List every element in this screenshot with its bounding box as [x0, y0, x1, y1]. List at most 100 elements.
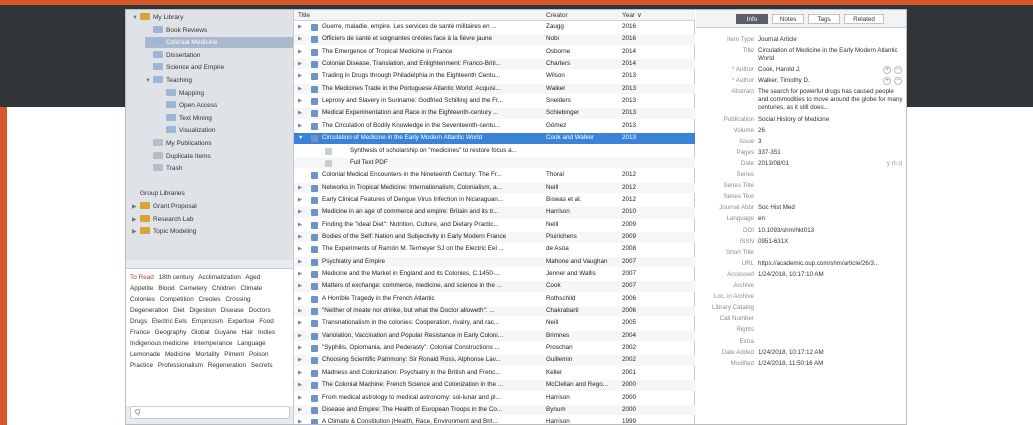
- field-value[interactable]: 26: [758, 127, 904, 135]
- disclosure-closed-icon[interactable]: ▶: [298, 232, 306, 242]
- disclosure-closed-icon[interactable]: ▶: [298, 380, 306, 390]
- disclosure-closed-icon[interactable]: ▶: [298, 207, 306, 217]
- disclosure-closed-icon[interactable]: ▶: [298, 108, 306, 118]
- disclosure-closed-icon[interactable]: ▶: [298, 84, 306, 94]
- column-header-title[interactable]: Title: [298, 10, 310, 21]
- tab-notes[interactable]: Notes: [772, 14, 804, 24]
- item-row[interactable]: ▼ Circulation of Medicine in the Early Mo…: [294, 133, 695, 144]
- item-row[interactable]: ▶ The Medicines Trade in the Portuguese A…: [294, 83, 695, 95]
- item-row[interactable]: ▶ Colonial Disease, Translation, and Enli…: [294, 59, 695, 70]
- tag-item[interactable]: Indies: [258, 329, 275, 336]
- disclosure-closed-icon[interactable]: ▶: [298, 368, 306, 378]
- tag-item[interactable]: Guyane: [214, 329, 236, 336]
- tag-item[interactable]: Professionalism: [158, 362, 203, 369]
- item-row[interactable]: ▶ Medicine and the Market in England and …: [294, 269, 695, 279]
- item-row[interactable]: ▶ Choosing Scientific Patrimony: Sir Rona…: [294, 355, 695, 366]
- tag-item[interactable]: Aged: [245, 274, 260, 281]
- tag-item[interactable]: Degeneration: [130, 307, 168, 314]
- tag-item[interactable]: Language: [237, 340, 265, 347]
- disclosure-closed-icon[interactable]: ▶: [298, 34, 306, 44]
- field-value[interactable]: https://academic.oup.com/shm/article/26/…: [758, 260, 904, 268]
- tag-filter-input[interactable]: Q: [130, 406, 290, 419]
- tag-item[interactable]: Digestion: [189, 307, 216, 314]
- tag-item[interactable]: Children: [212, 285, 236, 292]
- disclosure-closed-icon[interactable]: ▶: [298, 331, 306, 341]
- item-row[interactable]: ▶ Networks in Tropical Medicine: Internat…: [294, 182, 695, 193]
- item-row[interactable]: ▶ Disease and Empire: The Health of Europ…: [294, 404, 695, 416]
- collection-item[interactable]: Group Libraries: [132, 188, 293, 199]
- field-value[interactable]: 2013/08/01: [758, 160, 904, 168]
- item-row[interactable]: ▶ Finding the "Ideal Diet": Nutrition, Cu…: [294, 220, 695, 230]
- tag-item[interactable]: To Read: [130, 274, 154, 281]
- disclosure-closed-icon[interactable]: ▶: [298, 220, 306, 230]
- item-row[interactable]: ▶ The Emergence of Tropical Medicine in F…: [294, 47, 695, 57]
- item-row[interactable]: ▶ From medical astrology to medical astro…: [294, 393, 695, 403]
- collection-item[interactable]: Dissertation: [145, 50, 293, 61]
- field-value[interactable]: 10.1093/shm/hkt013: [758, 227, 904, 235]
- attachment-row[interactable]: Synthesis of scholarship on "medicines" …: [294, 146, 695, 156]
- disclosure-closed-icon[interactable]: ▶: [298, 71, 306, 81]
- disclosure-open-icon[interactable]: ▼: [132, 13, 140, 24]
- field-value[interactable]: 0951-631X: [758, 238, 904, 246]
- collection-item[interactable]: Duplicate Items: [145, 151, 293, 162]
- tag-item[interactable]: 18th century: [159, 274, 194, 281]
- item-row[interactable]: ▶ "Neither of meate nor drinke, but what …: [294, 306, 695, 317]
- field-value[interactable]: The search for powerful drugs has caused…: [758, 88, 904, 112]
- tag-item[interactable]: Piment: [224, 351, 244, 358]
- field-value[interactable]: Circulation of Medicine in the Early Mod…: [758, 47, 904, 63]
- tag-item[interactable]: Food: [259, 318, 274, 325]
- collection-item[interactable]: Open Access: [158, 100, 293, 111]
- item-row[interactable]: ▶ A Horrible Tragedy in the French Atlant…: [294, 294, 695, 304]
- disclosure-closed-icon[interactable]: ▶: [298, 269, 306, 279]
- tag-item[interactable]: Secrets: [251, 362, 273, 369]
- disclosure-closed-icon[interactable]: ▶: [298, 281, 306, 291]
- tag-item[interactable]: Mortality: [195, 351, 219, 358]
- item-row[interactable]: ▶ The Circulation of Bodily Knowledge in …: [294, 121, 695, 131]
- tag-item[interactable]: Global: [191, 329, 209, 336]
- tag-item[interactable]: France: [130, 329, 150, 336]
- item-row[interactable]: ▶ Bodies of the Self: Nation and Subjecti…: [294, 231, 695, 243]
- disclosure-closed-icon[interactable]: ▶: [298, 306, 306, 316]
- tag-item[interactable]: Hair: [242, 329, 254, 336]
- tag-item[interactable]: Indigenous medicine: [130, 340, 189, 347]
- disclosure-closed-icon[interactable]: ▶: [298, 318, 306, 328]
- item-row[interactable]: ▶ Trading in Drugs through Philadelphia i…: [294, 71, 695, 81]
- item-row[interactable]: ▶ Early Clinical Features of Dengue Virus…: [294, 195, 695, 205]
- collection-item[interactable]: ▼ My Library: [132, 12, 293, 23]
- disclosure-closed-icon[interactable]: ▶: [298, 355, 306, 365]
- item-row[interactable]: Colonial Medical Encounters in the Ninet…: [294, 170, 695, 180]
- tag-item[interactable]: Electric Eels: [152, 318, 187, 325]
- item-row[interactable]: ▶ Officiers de santé et soignantes créole…: [294, 34, 695, 45]
- collection-item[interactable]: ▶ Grant Proposal: [132, 201, 293, 212]
- tag-item[interactable]: Intemperance: [193, 340, 232, 347]
- disclosure-closed-icon[interactable]: ▶: [298, 22, 306, 32]
- field-value[interactable]: 1/24/2018, 11:50:16 AM: [758, 360, 904, 368]
- field-value[interactable]: Soc Hist Med: [758, 204, 904, 212]
- disclosure-open-icon[interactable]: ▼: [145, 76, 153, 87]
- item-row[interactable]: ▶ The Colonial Machine: French Science an…: [294, 380, 695, 391]
- disclosure-closed-icon[interactable]: ▶: [298, 183, 306, 193]
- disclosure-closed-icon[interactable]: ▶: [298, 47, 306, 57]
- item-row[interactable]: ▶ Leprosy and Slavery in Suriname: Godfri…: [294, 96, 695, 106]
- disclosure-closed-icon[interactable]: ▶: [298, 195, 306, 205]
- tag-item[interactable]: Lemonade: [130, 351, 160, 358]
- collection-item[interactable]: Trash: [145, 163, 293, 174]
- field-value[interactable]: 3: [758, 138, 904, 146]
- tab-tags[interactable]: Tags: [808, 14, 840, 24]
- tag-item[interactable]: Blood: [158, 285, 174, 292]
- item-row[interactable]: ▶ Variolation, Vaccination and Popular Re…: [294, 330, 695, 342]
- disclosure-open-icon[interactable]: ▼: [298, 133, 306, 143]
- field-value[interactable]: Social History of Medicine: [758, 116, 904, 124]
- attachment-row[interactable]: Full Text PDF: [294, 157, 695, 169]
- disclosure-closed-icon[interactable]: ▶: [298, 417, 306, 424]
- tag-item[interactable]: Regeneration: [208, 362, 246, 369]
- collection-item[interactable]: Visualization: [158, 125, 293, 136]
- field-value[interactable]: en: [758, 215, 904, 223]
- item-row[interactable]: ▶ Transnationalism in the colonies: Coope…: [294, 318, 695, 328]
- tag-item[interactable]: Appetite: [130, 285, 153, 292]
- disclosure-closed-icon[interactable]: ▶: [298, 257, 306, 267]
- field-value[interactable]: 1/24/2018, 10:17:12 AM: [758, 349, 904, 357]
- disclosure-closed-icon[interactable]: ▶: [132, 202, 140, 213]
- tag-item[interactable]: Geography: [155, 329, 187, 336]
- tag-item[interactable]: Competition: [160, 296, 194, 303]
